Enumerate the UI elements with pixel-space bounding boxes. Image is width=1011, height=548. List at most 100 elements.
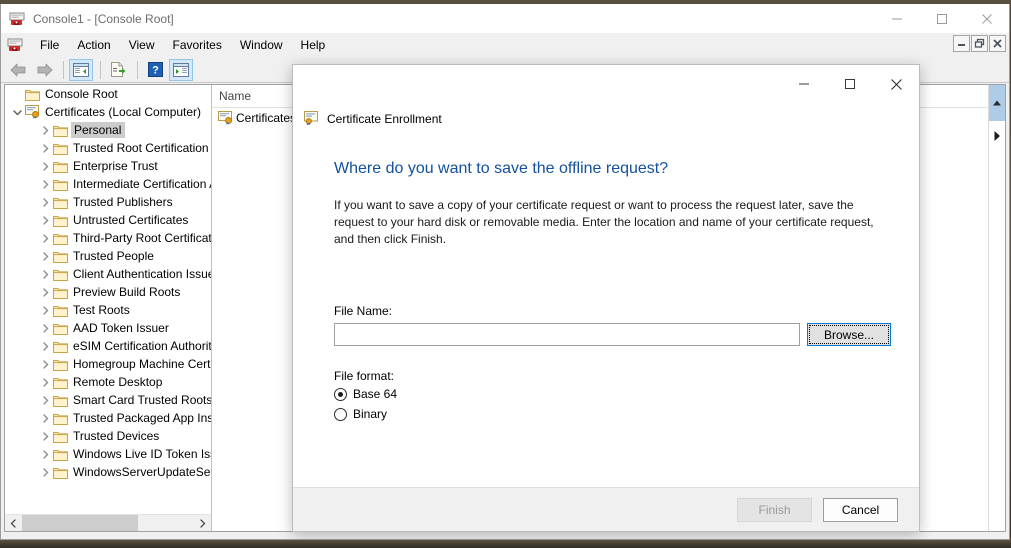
- help-icon[interactable]: ?: [143, 59, 167, 81]
- chevron-right-icon[interactable]: [37, 283, 53, 301]
- file-name-input[interactable]: [334, 323, 800, 346]
- console-tree-pane[interactable]: Console Root: [5, 85, 212, 531]
- folder-icon: [53, 412, 71, 425]
- tree-node-homegroup-machine-certificates[interactable]: Homegroup Machine Cert: [5, 355, 211, 373]
- radio-base64[interactable]: Base 64: [293, 385, 919, 403]
- chevron-right-icon[interactable]: [37, 337, 53, 355]
- tree-node-trusted-devices[interactable]: Trusted Devices: [5, 427, 211, 445]
- folder-icon: [53, 286, 71, 299]
- folder-icon: [25, 88, 43, 101]
- tree-node-windows-live-id-token-issuer[interactable]: Windows Live ID Token Issu: [5, 445, 211, 463]
- chevron-right-icon[interactable]: [37, 175, 53, 193]
- tree-node-remote-desktop[interactable]: Remote Desktop: [5, 373, 211, 391]
- menu-item-window[interactable]: Window: [231, 35, 292, 55]
- tree-scroll-region: Console Root: [5, 85, 211, 514]
- chevron-right-icon[interactable]: [37, 355, 53, 373]
- minimize-button[interactable]: [874, 4, 919, 33]
- menu-item-help[interactable]: Help: [292, 35, 335, 55]
- dialog-minimize-button[interactable]: [781, 65, 827, 103]
- scroll-right-icon[interactable]: [194, 515, 211, 532]
- dialog-title-bar[interactable]: Certificate Enrollment: [293, 65, 919, 103]
- scroll-thumb[interactable]: [22, 515, 138, 532]
- chevron-right-icon[interactable]: [37, 445, 53, 463]
- tree-node-personal[interactable]: Personal: [5, 121, 211, 139]
- tree-node-esim-certification-authorities[interactable]: eSIM Certification Authorit: [5, 337, 211, 355]
- chevron-right-icon[interactable]: [37, 319, 53, 337]
- show-action-pane-icon[interactable]: [169, 59, 193, 81]
- finish-button[interactable]: Finish: [737, 498, 812, 522]
- folder-icon: [53, 322, 71, 335]
- forward-arrow-icon[interactable]: [32, 59, 56, 81]
- menu-item-action[interactable]: Action: [68, 35, 119, 55]
- tree-node-label: Remote Desktop: [71, 375, 162, 389]
- folder-icon: [53, 250, 71, 263]
- tree-node-trusted-people[interactable]: Trusted People: [5, 247, 211, 265]
- chevron-right-icon[interactable]: [37, 193, 53, 211]
- chevron-right-icon[interactable]: [37, 463, 53, 481]
- menu-item-file[interactable]: File: [31, 35, 68, 55]
- certificate-store-icon: [25, 105, 43, 119]
- tree-node-trusted-packaged-app-installation-authorities[interactable]: Trusted Packaged App Inst: [5, 409, 211, 427]
- folder-icon: [53, 466, 71, 479]
- chevron-right-icon[interactable]: [37, 121, 53, 139]
- chevron-right-icon[interactable]: [37, 247, 53, 265]
- tree-horizontal-scrollbar[interactable]: [5, 514, 211, 531]
- maximize-button[interactable]: [919, 4, 964, 33]
- chevron-down-icon[interactable]: [9, 103, 25, 121]
- folder-icon: [53, 232, 71, 245]
- tree-node-certificates-local-computer[interactable]: Certificates (Local Computer): [5, 103, 211, 121]
- tree-node-label: Test Roots: [71, 303, 130, 317]
- radio-binary[interactable]: Binary: [293, 405, 919, 423]
- mdi-close-button[interactable]: [989, 35, 1006, 52]
- close-button[interactable]: [964, 4, 1009, 33]
- mdi-minimize-button[interactable]: [953, 35, 970, 52]
- back-arrow-icon[interactable]: [6, 59, 30, 81]
- chevron-right-icon[interactable]: [37, 301, 53, 319]
- cancel-button[interactable]: Cancel: [823, 498, 898, 522]
- mdi-restore-button[interactable]: [971, 35, 988, 52]
- mmc-title-bar[interactable]: Console1 - [Console Root]: [1, 4, 1009, 33]
- menu-item-view[interactable]: View: [120, 35, 164, 55]
- tree-node-label: Trusted Packaged App Inst: [71, 411, 211, 425]
- tree-node-client-authentication-issuers[interactable]: Client Authentication Issue: [5, 265, 211, 283]
- tree-node-smart-card-trusted-roots[interactable]: Smart Card Trusted Roots: [5, 391, 211, 409]
- tree-node-trusted-root-certification-authorities[interactable]: Trusted Root Certification A: [5, 139, 211, 157]
- chevron-right-icon[interactable]: [37, 157, 53, 175]
- dialog-maximize-button[interactable]: [827, 65, 873, 103]
- radio-checked-icon[interactable]: [334, 388, 347, 401]
- chevron-right-icon[interactable]: [37, 373, 53, 391]
- tree-node-aad-token-issuer[interactable]: AAD Token Issuer: [5, 319, 211, 337]
- radio-unchecked-icon[interactable]: [334, 408, 347, 421]
- tree-node-preview-build-roots[interactable]: Preview Build Roots: [5, 283, 211, 301]
- scroll-left-icon[interactable]: [5, 515, 22, 532]
- tree-node-enterprise-trust[interactable]: Enterprise Trust: [5, 157, 211, 175]
- browse-button[interactable]: Browse...: [807, 323, 891, 346]
- menu-item-favorites[interactable]: Favorites: [164, 35, 231, 55]
- folder-icon: [53, 268, 71, 281]
- tree-node-third-party-root-certification-authorities[interactable]: Third-Party Root Certificati: [5, 229, 211, 247]
- tree-node-intermediate-certification-authorities[interactable]: Intermediate Certification A: [5, 175, 211, 193]
- tree-node-trusted-publishers[interactable]: Trusted Publishers: [5, 193, 211, 211]
- tree-node-windowsserverupdateservices[interactable]: WindowsServerUpdateServ: [5, 463, 211, 481]
- chevron-right-icon[interactable]: [37, 391, 53, 409]
- chevron-right-icon[interactable]: [37, 229, 53, 247]
- chevron-right-icon[interactable]: [37, 139, 53, 157]
- tree-node-label: Enterprise Trust: [71, 159, 158, 173]
- scroll-track[interactable]: [22, 515, 194, 532]
- tree-node-label: WindowsServerUpdateServ: [71, 465, 211, 479]
- scroll-up-icon[interactable]: [989, 85, 1005, 121]
- folder-icon: [53, 124, 71, 137]
- tree-node-label: Third-Party Root Certificati: [71, 231, 211, 245]
- show-hide-console-tree-icon[interactable]: [69, 59, 93, 81]
- tree-node-untrusted-certificates[interactable]: Untrusted Certificates: [5, 211, 211, 229]
- dialog-close-button[interactable]: [873, 65, 919, 103]
- tree-node-test-roots[interactable]: Test Roots: [5, 301, 211, 319]
- export-list-icon[interactable]: [106, 59, 130, 81]
- chevron-right-icon[interactable]: [37, 265, 53, 283]
- chevron-right-icon[interactable]: [37, 211, 53, 229]
- chevron-right-icon[interactable]: [37, 409, 53, 427]
- results-vertical-scrollbar[interactable]: [988, 85, 1005, 531]
- chevron-right-icon[interactable]: [37, 427, 53, 445]
- tree-node-console-root[interactable]: Console Root: [5, 85, 211, 103]
- expand-action-pane-icon[interactable]: [989, 121, 1005, 151]
